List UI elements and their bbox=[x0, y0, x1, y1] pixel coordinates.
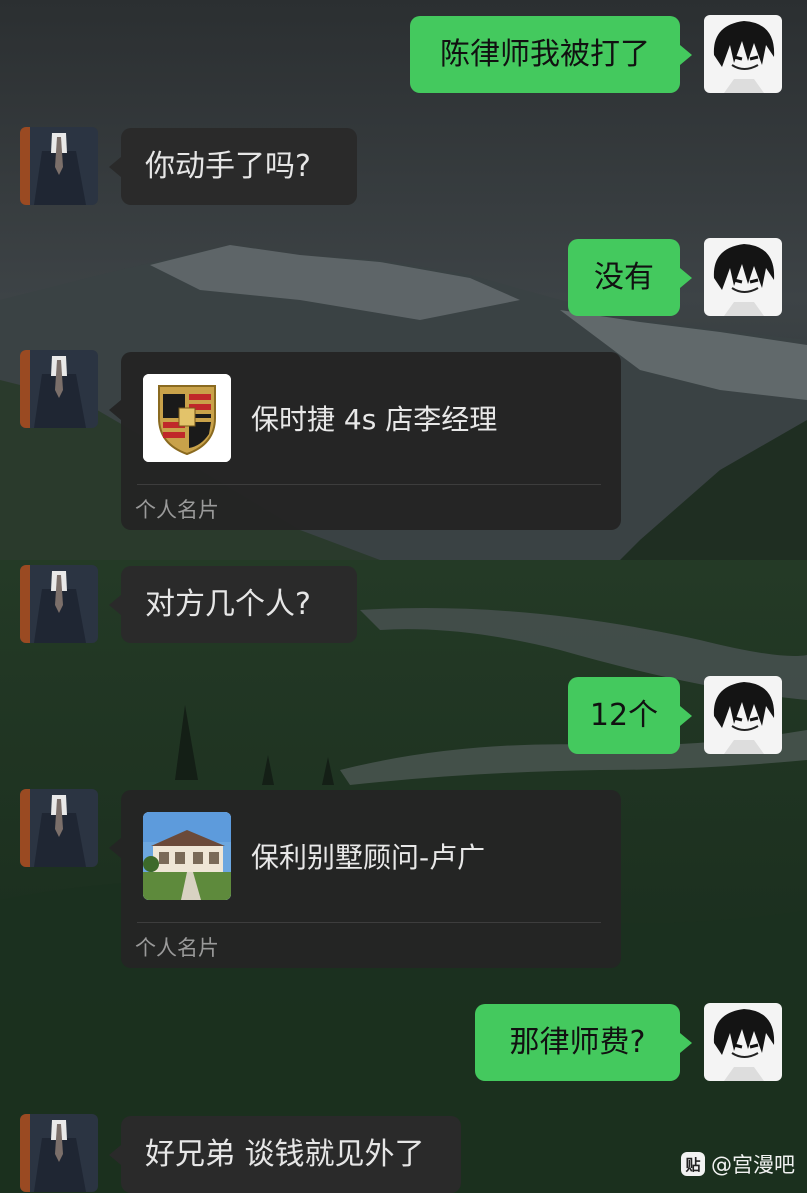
anime-boy-avatar-icon bbox=[704, 1003, 782, 1081]
tieba-watermark: 贴 @宫漫吧 bbox=[681, 1149, 795, 1179]
contact-card-type-label: 个人名片 bbox=[135, 498, 219, 522]
contact-avatar[interactable] bbox=[20, 789, 98, 867]
tieba-logo-icon: 贴 bbox=[681, 1152, 705, 1176]
contact-card-name: 保时捷 4s 店李经理 bbox=[251, 403, 498, 436]
watermark-label: @宫漫吧 bbox=[711, 1153, 795, 1177]
porsche-crest-icon bbox=[143, 374, 231, 462]
message-bubble-outgoing[interactable]: 陈律师我被打了 bbox=[410, 16, 692, 93]
anime-boy-avatar-icon bbox=[704, 15, 782, 93]
contact-card-name: 保利别墅顾问-卢广 bbox=[251, 841, 486, 874]
contact-avatar[interactable] bbox=[20, 127, 98, 205]
contact-avatar[interactable] bbox=[20, 565, 98, 643]
suit-man-avatar-icon bbox=[20, 565, 98, 643]
suit-man-avatar-icon bbox=[20, 350, 98, 428]
card-divider bbox=[137, 922, 601, 923]
contact-card-type-label: 个人名片 bbox=[135, 936, 219, 960]
contact-card[interactable]: 保时捷 4s 店李经理 个人名片 bbox=[109, 352, 621, 530]
contact-card[interactable]: 保利别墅顾问-卢广 个人名片 bbox=[109, 790, 621, 968]
message-bubble-outgoing[interactable]: 12个 bbox=[568, 677, 692, 754]
message-bubble-incoming[interactable]: 好兄弟 谈钱就见外了 bbox=[109, 1116, 461, 1193]
villa-photo-icon bbox=[143, 812, 231, 900]
message-bubble-incoming[interactable]: 你动手了吗? bbox=[109, 128, 357, 205]
user-avatar[interactable] bbox=[704, 676, 782, 754]
suit-man-avatar-icon bbox=[20, 1114, 98, 1192]
user-avatar[interactable] bbox=[704, 15, 782, 93]
message-bubble-outgoing[interactable]: 那律师费? bbox=[475, 1004, 692, 1081]
message-bubble-incoming[interactable]: 对方几个人? bbox=[109, 566, 357, 643]
anime-boy-avatar-icon bbox=[704, 676, 782, 754]
suit-man-avatar-icon bbox=[20, 127, 98, 205]
card-divider bbox=[137, 484, 601, 485]
message-bubble-outgoing[interactable]: 没有 bbox=[568, 239, 692, 316]
user-avatar[interactable] bbox=[704, 238, 782, 316]
contact-avatar[interactable] bbox=[20, 1114, 98, 1192]
suit-man-avatar-icon bbox=[20, 789, 98, 867]
user-avatar[interactable] bbox=[704, 1003, 782, 1081]
contact-avatar[interactable] bbox=[20, 350, 98, 428]
anime-boy-avatar-icon bbox=[704, 238, 782, 316]
